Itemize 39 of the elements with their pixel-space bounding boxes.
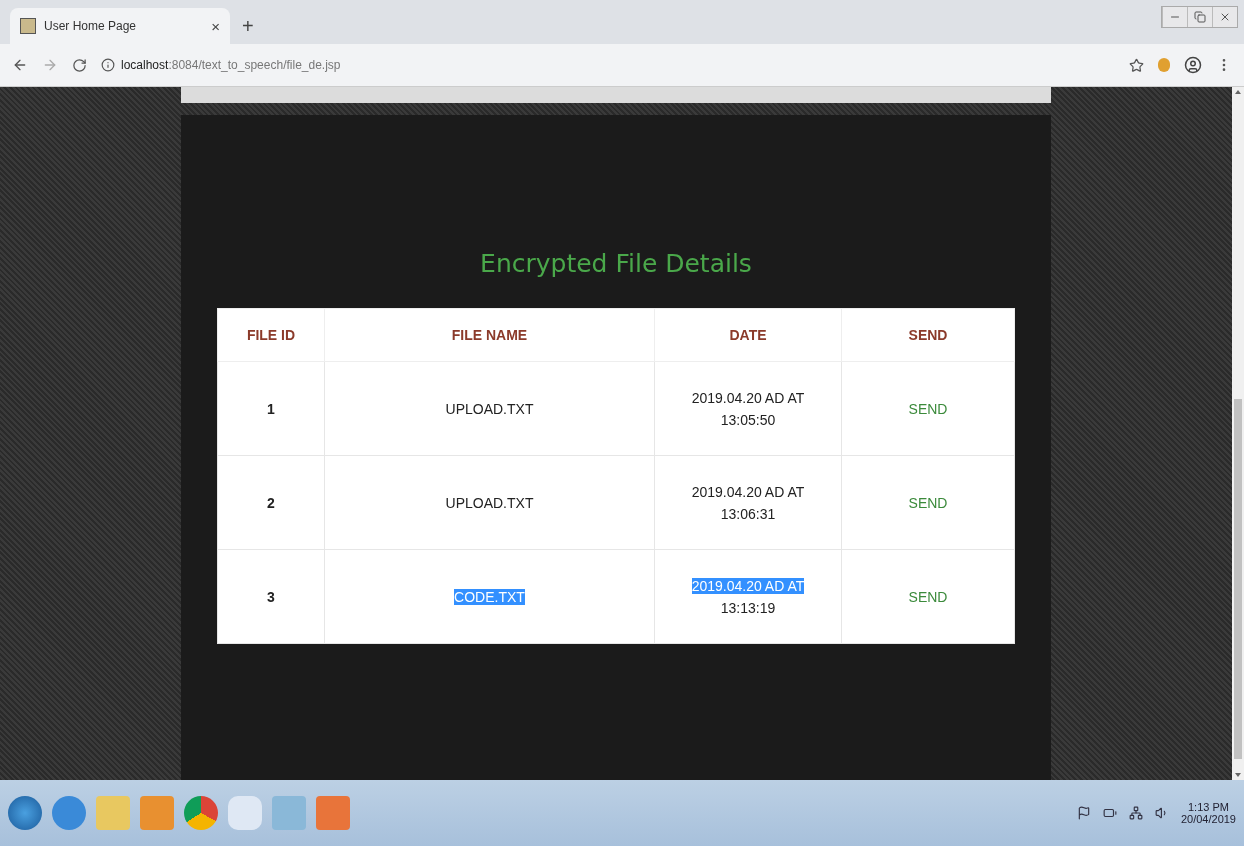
send-link[interactable]: SEND [908, 588, 948, 605]
extension-icon[interactable] [1158, 58, 1170, 72]
clock[interactable]: 1:13 PM 20/04/2019 [1180, 801, 1236, 825]
column-header: SEND [841, 308, 1015, 362]
profile-icon[interactable] [1184, 56, 1202, 74]
file-name: UPLOAD.TXT [445, 400, 534, 417]
flag-icon[interactable] [1076, 806, 1091, 820]
file-id: 1 [267, 400, 275, 417]
reload-icon[interactable] [72, 57, 87, 73]
file-time: 13:06:31 [720, 505, 776, 522]
column-header: DATE [654, 308, 842, 362]
forward-icon[interactable] [42, 57, 58, 73]
file-date: 2019.04.20 AD AT [691, 577, 805, 594]
send-link[interactable]: SEND [908, 494, 948, 511]
file-date: 2019.04.20 AD AT [691, 389, 805, 406]
address-field[interactable]: localhost:8084/text_to_speech/file_de.jsp [121, 58, 341, 72]
new-tab-button[interactable]: + [242, 15, 254, 38]
info-icon[interactable] [101, 58, 115, 72]
tab-title: User Home Page [44, 19, 138, 33]
file-name: CODE.TXT [454, 588, 525, 605]
page-favicon-icon [20, 18, 36, 34]
file-id: 2 [267, 494, 275, 511]
file-time: 13:05:50 [720, 411, 776, 428]
scrollbar[interactable] [1232, 87, 1244, 780]
bookmark-star-icon[interactable] [1129, 57, 1144, 73]
start-button[interactable] [8, 796, 42, 830]
browser-tab[interactable]: User Home Page × [10, 8, 230, 44]
page-title: Encrypted File Details [480, 249, 752, 278]
battery-icon[interactable] [1102, 806, 1117, 820]
file-date: 2019.04.20 AD AT [691, 483, 805, 500]
send-link[interactable]: SEND [908, 400, 948, 417]
file-id: 3 [267, 588, 275, 605]
network-icon[interactable] [1128, 806, 1143, 820]
column-header: FILE ID [217, 308, 325, 362]
back-icon[interactable] [12, 57, 28, 73]
file-name: UPLOAD.TXT [445, 494, 534, 511]
file-time: 13:13:19 [720, 599, 776, 616]
column-header: FILE NAME [324, 308, 655, 362]
tab-close-button[interactable]: × [211, 17, 220, 35]
